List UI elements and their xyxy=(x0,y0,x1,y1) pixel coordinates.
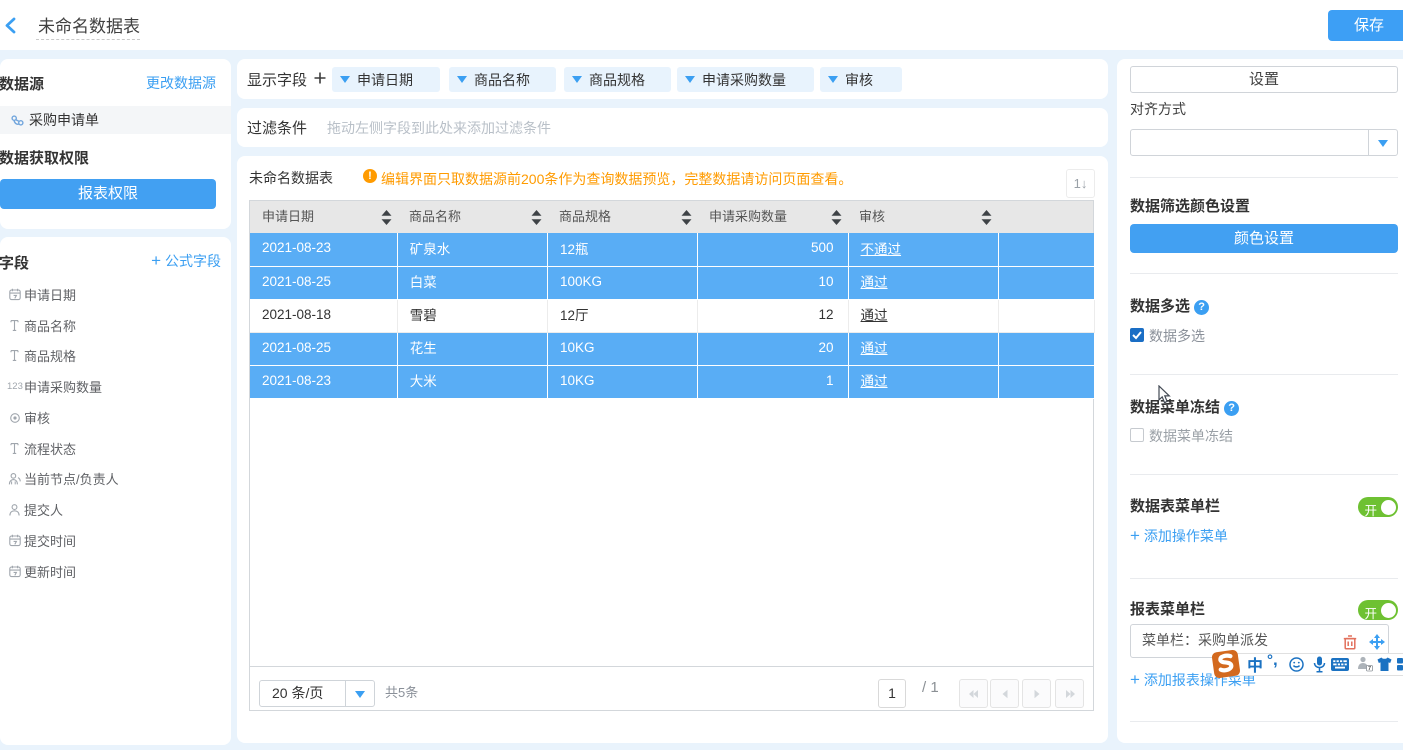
svg-text:7: 7 xyxy=(1368,666,1371,672)
